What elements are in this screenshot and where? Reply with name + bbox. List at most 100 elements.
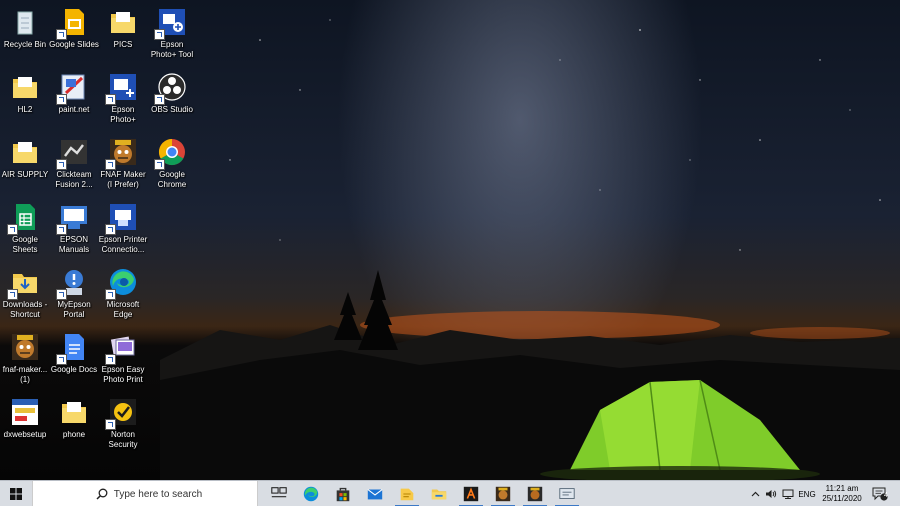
google-sheets-icon [7,201,41,235]
taskbar-half-life-button[interactable] [456,481,486,506]
desktop-icon-label: Norton Security [108,430,138,449]
desktop-icon-fnaf-maker-1[interactable]: fnaf-maker... (1) [0,331,50,385]
desktop-icon-obs-studio[interactable]: OBS Studio [147,71,197,115]
desktop-icon-pics[interactable]: PICS [98,6,148,50]
desktop-icon-label: Google Docs [50,365,98,374]
epson-photo-icon [105,71,139,105]
desktop-icon-google-sheets[interactable]: Google Sheets [0,201,50,255]
shortcut-arrow-icon [56,29,67,40]
desktop-icon-epson-easy-photo-print[interactable]: Epson Easy Photo Print [98,331,148,385]
desktop-icon-label: Google Sheets [12,235,38,254]
desktop-icon-google-slides[interactable]: Google Slides [49,6,99,50]
desktop-icon-label: Epson Printer Connectio... [98,235,148,254]
game-app-icon [495,486,511,502]
microsoft-edge-icon [105,266,139,300]
desktop-icon-label: Downloads - Shortcut [2,300,48,319]
shortcut-arrow-icon [56,224,67,235]
shortcut-arrow-icon [154,29,165,40]
desktop-icon-label: Epson Photo+ Tool [150,40,194,59]
desktop-icon-epson-photo-tool[interactable]: Epson Photo+ Tool [147,6,197,60]
shortcut-arrow-icon [56,354,67,365]
clickteam-fusion-icon [56,136,90,170]
desktop-icon-hl2[interactable]: HL2 [0,71,50,115]
desktop-icon-label: dxwebsetup [3,430,47,439]
desktop-icon-label: phone [62,430,86,439]
taskbar-search-box[interactable]: Type here to search [32,481,258,506]
clock[interactable]: 11:21 am 25/11/2020 [820,481,864,506]
desktop-icon-label: Google Chrome [157,170,187,189]
dxwebsetup-icon [9,396,41,428]
desktop-icon-label: PICS [113,40,133,49]
recycle-bin-icon [9,6,41,38]
epson-printer-connection-icon [105,201,139,235]
taskbar-game-app-button[interactable] [488,481,518,506]
search-icon [96,488,108,500]
folder-icon [58,396,90,428]
desktop-icon-paint-net[interactable]: paint.net [49,71,99,115]
taskbar: Type here to search ENG 11:21 am 25/11/2… [0,480,900,506]
google-chrome-icon [154,136,188,170]
desktop-icon-google-docs[interactable]: Google Docs [49,331,99,375]
desktop-icon-phone[interactable]: phone [49,396,99,440]
desktop-icon-label: Google Slides [49,40,99,49]
desktop-icon-label: fnaf-maker... (1) [2,365,48,384]
shortcut-arrow-icon [154,94,165,105]
show-hidden-icons-button[interactable] [748,481,762,506]
input-language-indicator[interactable]: ENG [796,481,818,506]
windows-logo-icon [10,488,22,500]
epson-easy-photo-print-icon [105,331,139,365]
network-button[interactable] [780,481,796,506]
desktop-icon-myepson-portal[interactable]: MyEpson Portal [49,266,99,320]
folder-icon [9,136,41,168]
speaker-icon [766,490,777,498]
shortcut-arrow-icon [105,159,116,170]
network-monitor-icon [782,489,794,499]
desktop-icon-label: EPSON Manuals [58,235,90,254]
google-docs-icon [56,331,90,365]
desktop-icon-epson-printer-connectio[interactable]: Epson Printer Connectio... [98,201,148,255]
taskbar-microsoft-edge-button[interactable] [296,481,326,506]
desktop-icon-downloads-shortcut[interactable]: Downloads - Shortcut [0,266,50,320]
taskbar-task-view-button[interactable] [264,481,294,506]
shortcut-arrow-icon [7,289,18,300]
desktop-icon-recycle-bin[interactable]: Recycle Bin [0,6,50,50]
shortcut-arrow-icon [105,94,116,105]
downloads-folder-icon [7,266,41,300]
shortcut-arrow-icon [56,94,67,105]
taskbar-sticky-notes-folder-button[interactable] [392,481,422,506]
desktop-icon-air-supply[interactable]: AIR SUPPLY [0,136,50,180]
desktop-icon-label: MyEpson Portal [57,300,91,319]
action-center-button[interactable]: 4 [868,481,892,506]
desktop-icon-dxwebsetup[interactable]: dxwebsetup [0,396,50,440]
search-placeholder: Type here to search [113,488,203,500]
taskbar-network-app-button[interactable] [552,481,582,506]
desktop-icon-microsoft-edge[interactable]: Microsoft Edge [98,266,148,320]
desktop-icon-fnaf-maker-i-prefer[interactable]: FNAF Maker (I Prefer) [98,136,148,190]
volume-button[interactable] [763,481,779,506]
taskbar-game-app-2-button[interactable] [520,481,550,506]
taskbar-file-explorer-button[interactable] [424,481,454,506]
desktop-icon-label: paint.net [58,105,90,114]
clock-date: 25/11/2020 [822,494,862,503]
shortcut-arrow-icon [56,289,67,300]
file-explorer-icon [431,489,447,500]
desktop-icon-norton-security[interactable]: Norton Security [98,396,148,450]
desktop-icon-google-chrome[interactable]: Google Chrome [147,136,197,190]
start-button[interactable] [0,481,32,506]
shortcut-arrow-icon [105,419,116,430]
taskbar-microsoft-store-button[interactable] [328,481,358,506]
fnaf-maker-icon [9,331,41,363]
desktop-icon-label: FNAF Maker (I Prefer) [100,170,146,189]
folder-icon [9,71,41,103]
folder-icon [107,6,139,38]
desktop-icon-epson-photo[interactable]: Epson Photo+ [98,71,148,125]
chevron-up-icon [751,491,759,497]
desktop-icon-clickteam-fusion-2[interactable]: Clickteam Fusion 2... [49,136,99,190]
task-view-icon [271,487,287,498]
notification-count-badge: 4 [884,492,888,499]
desktop-icon-label: Clickteam Fusion 2... [55,170,93,189]
taskbar-mail-button[interactable] [360,481,390,506]
desktop-icon-label: Microsoft Edge [106,300,140,319]
desktop-icon-epson-manuals[interactable]: EPSON Manuals [49,201,99,255]
shortcut-arrow-icon [56,159,67,170]
